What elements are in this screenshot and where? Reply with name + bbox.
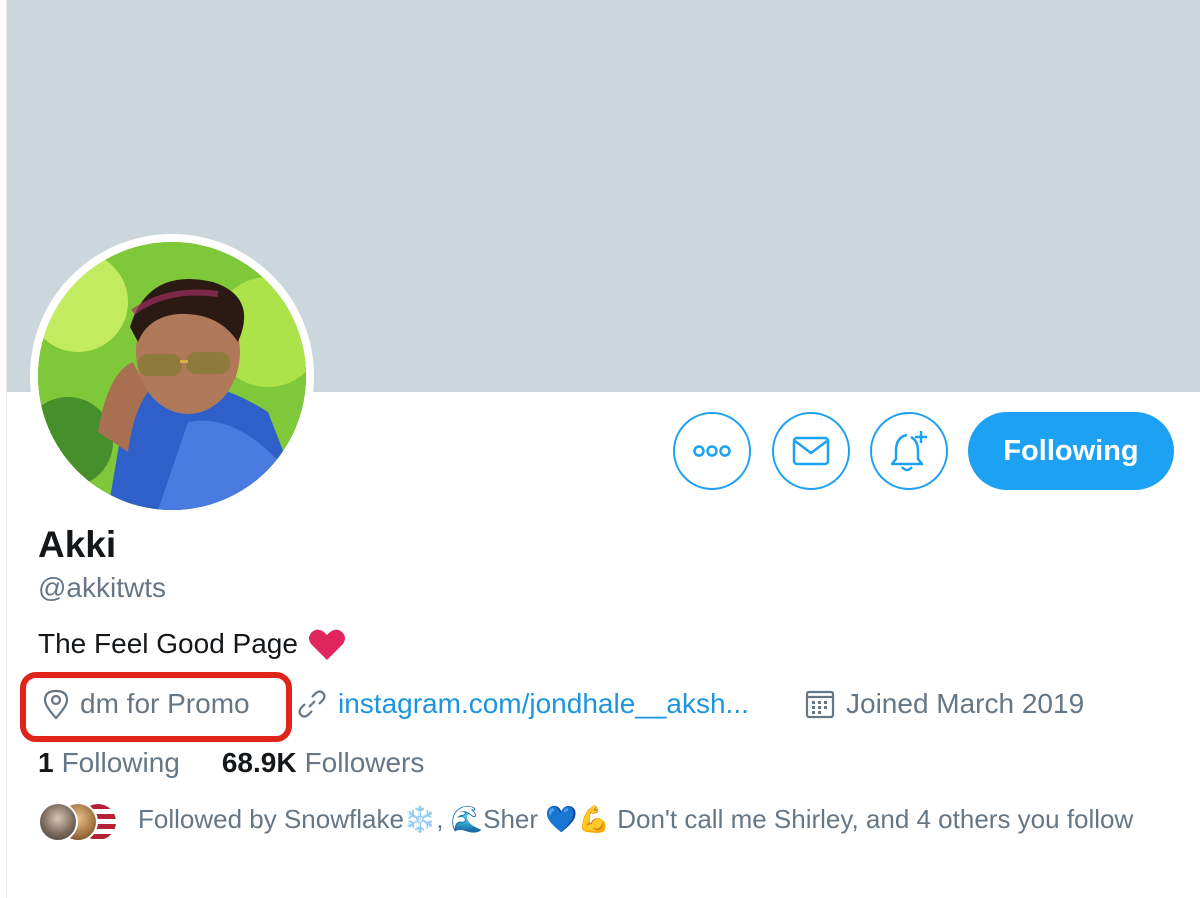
message-button[interactable] xyxy=(772,412,850,490)
following-label: Following xyxy=(61,747,180,778)
followers-label: Followers xyxy=(304,747,425,778)
avatar-photo xyxy=(38,242,306,510)
page-left-border xyxy=(0,0,7,898)
profile-handle: @akkitwts xyxy=(38,572,166,603)
notifications-button[interactable] xyxy=(870,412,948,490)
following-stat[interactable]: 1 Following xyxy=(38,747,180,779)
link-icon xyxy=(298,690,326,718)
location-pin-icon xyxy=(43,689,69,720)
more-icon xyxy=(693,445,731,457)
followers-count: 68.9K xyxy=(221,747,297,778)
followed-by-text: Followed by Snowflake❄️, 🌊Sher 💙💪 Don't … xyxy=(138,804,1134,834)
heart-icon xyxy=(308,629,345,660)
profile-location: dm for Promo xyxy=(42,688,250,720)
followed-by-avatars xyxy=(38,802,120,842)
website-link[interactable]: instagram.com/jondhale__aksh... xyxy=(338,688,749,720)
more-options-button[interactable] xyxy=(673,412,751,490)
following-button[interactable]: Following xyxy=(968,412,1174,490)
profile-meta-row: dm for Promo instagram.com/jondhale__aks… xyxy=(20,670,1190,742)
avatar xyxy=(38,802,78,842)
calendar-icon xyxy=(805,690,835,719)
following-count: 1 xyxy=(38,747,54,778)
followers-stat[interactable]: 68.9K Followers xyxy=(222,747,425,779)
profile-joined: Joined March 2019 xyxy=(804,688,1084,720)
profile-website[interactable]: instagram.com/jondhale__aksh... xyxy=(296,688,749,720)
mail-icon xyxy=(792,436,830,466)
bio-text: The Feel Good Page xyxy=(38,628,298,659)
profile-stats: 1 Following 68.9K Followers xyxy=(38,747,466,779)
bell-plus-icon xyxy=(890,431,927,472)
profile-avatar[interactable] xyxy=(30,234,314,518)
profile-name: Akki xyxy=(38,524,117,565)
joined-text: Joined March 2019 xyxy=(846,688,1085,719)
location-text: dm for Promo xyxy=(80,688,250,719)
profile-bio: The Feel Good Page xyxy=(38,627,346,661)
